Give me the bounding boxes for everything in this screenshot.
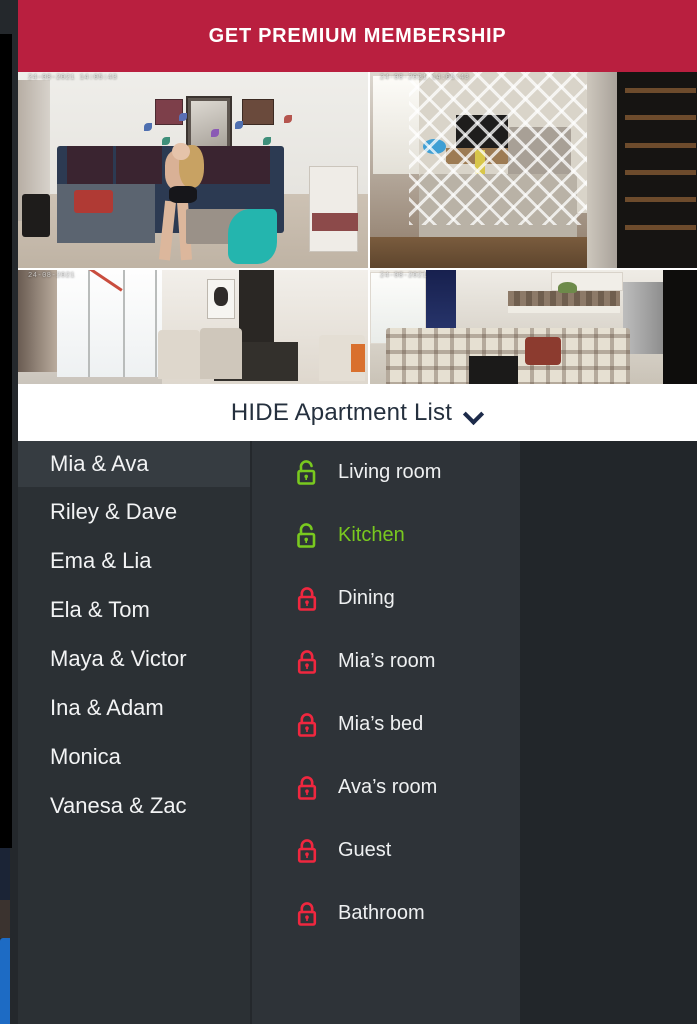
apartment-item-maya-victor[interactable]: Maya & Victor xyxy=(18,634,250,683)
unlock-icon xyxy=(294,522,320,550)
room-item-label: Mia’s bed xyxy=(338,713,424,735)
apartment-item-label: Vanesa & Zac xyxy=(50,792,187,818)
camera-scene-kitchen xyxy=(370,270,697,386)
room-item-label: Ava’s room xyxy=(338,776,438,798)
camera-timestamp: 24-08-2021 14:05:43 xyxy=(380,74,470,82)
apartment-item-vanesa-zac[interactable]: Vanesa & Zac xyxy=(18,781,250,830)
camera-tile-lattice-room[interactable]: 24-08-2021 14:05:43 xyxy=(370,72,697,268)
lock-icon xyxy=(294,837,320,865)
left-gutter-brown-sliver xyxy=(0,900,10,938)
hide-apartment-list-toggle[interactable]: HIDE Apartment List xyxy=(18,384,697,441)
room-item-mias-room[interactable]: Mia’s room xyxy=(252,630,520,693)
lock-icon xyxy=(294,900,320,928)
lock-icon xyxy=(294,648,320,676)
left-gutter-black-strip xyxy=(0,34,12,848)
room-item-avas-room[interactable]: Ava’s room xyxy=(252,756,520,819)
camera-tile-kitchen[interactable]: 24-08-2021 xyxy=(370,270,697,386)
room-item-living-room[interactable]: Living room xyxy=(252,441,520,504)
left-gutter xyxy=(0,0,18,1024)
room-item-bathroom[interactable]: Bathroom xyxy=(252,882,520,945)
apartment-item-label: Maya & Victor xyxy=(50,645,187,671)
apartment-item-label: Ina & Adam xyxy=(50,694,164,720)
apartment-item-label: Monica xyxy=(50,743,121,769)
apartment-item-ela-tom[interactable]: Ela & Tom xyxy=(18,585,250,634)
room-item-mias-bed[interactable]: Mia’s bed xyxy=(252,693,520,756)
room-item-label: Kitchen xyxy=(338,524,405,546)
camera-timestamp: 24-08-2021 xyxy=(380,272,428,280)
room-item-dining[interactable]: Dining xyxy=(252,567,520,630)
camera-grid: 24-08-2021 14:05:43 24-08-2021 14:05:43 … xyxy=(18,72,697,386)
room-item-label: Bathroom xyxy=(338,902,425,924)
lock-icon xyxy=(294,585,320,613)
camera-tile-window-room[interactable]: 24-08-2021 xyxy=(18,270,368,386)
room-item-guest[interactable]: Guest xyxy=(252,819,520,882)
apartment-item-mia-ava[interactable]: Mia & Ava xyxy=(18,441,250,487)
room-item-label: Mia’s room xyxy=(338,650,436,672)
right-background-filler xyxy=(520,441,697,1024)
unlock-icon xyxy=(294,459,320,487)
lock-icon xyxy=(294,711,320,739)
apartment-item-monica[interactable]: Monica xyxy=(18,732,250,781)
camera-timestamp: 24-08-2021 xyxy=(28,272,76,280)
room-item-label: Living room xyxy=(338,461,442,483)
apartment-item-label: Riley & Dave xyxy=(50,498,178,524)
left-gutter-blue-sliver xyxy=(0,938,10,1024)
apartment-item-riley-dave[interactable]: Riley & Dave xyxy=(18,487,250,536)
apartment-item-label: Mia & Ava xyxy=(50,451,149,476)
apartment-item-ina-adam[interactable]: Ina & Adam xyxy=(18,683,250,732)
app-column: GET PREMIUM MEMBERSHIP 24-08-2021 14:05:… xyxy=(18,0,697,1024)
chevron-down-icon xyxy=(464,406,484,426)
lock-icon xyxy=(294,774,320,802)
apartment-item-label: Ema & Lia xyxy=(50,547,152,573)
room-item-kitchen[interactable]: Kitchen xyxy=(252,504,520,567)
camera-tile-living-room[interactable]: 24-08-2021 14:05:43 xyxy=(18,72,368,268)
page-root: GET PREMIUM MEMBERSHIP 24-08-2021 14:05:… xyxy=(0,0,697,1024)
camera-scene-lattice-room xyxy=(370,72,697,268)
room-item-label: Guest xyxy=(338,839,392,861)
premium-banner-label: GET PREMIUM MEMBERSHIP xyxy=(208,24,507,47)
camera-timestamp: 24-08-2021 14:05:43 xyxy=(28,74,118,82)
apartment-item-label: Ela & Tom xyxy=(50,596,150,622)
apartment-list: Mia & Ava Riley & Dave Ema & Lia Ela & T… xyxy=(18,441,250,1024)
get-premium-membership-banner[interactable]: GET PREMIUM MEMBERSHIP xyxy=(18,0,697,72)
hide-apartment-list-label: HIDE Apartment List xyxy=(230,398,453,426)
room-item-label: Dining xyxy=(338,587,395,609)
apartment-item-ema-lia[interactable]: Ema & Lia xyxy=(18,536,250,585)
camera-scene-window-room xyxy=(18,270,368,386)
room-list: Living room Kitchen Dining Mia’s room Mi… xyxy=(252,441,520,1024)
left-gutter-navy-sliver xyxy=(0,848,10,900)
lists-area: Mia & Ava Riley & Dave Ema & Lia Ela & T… xyxy=(18,441,697,1024)
camera-scene-living-room xyxy=(18,72,368,268)
